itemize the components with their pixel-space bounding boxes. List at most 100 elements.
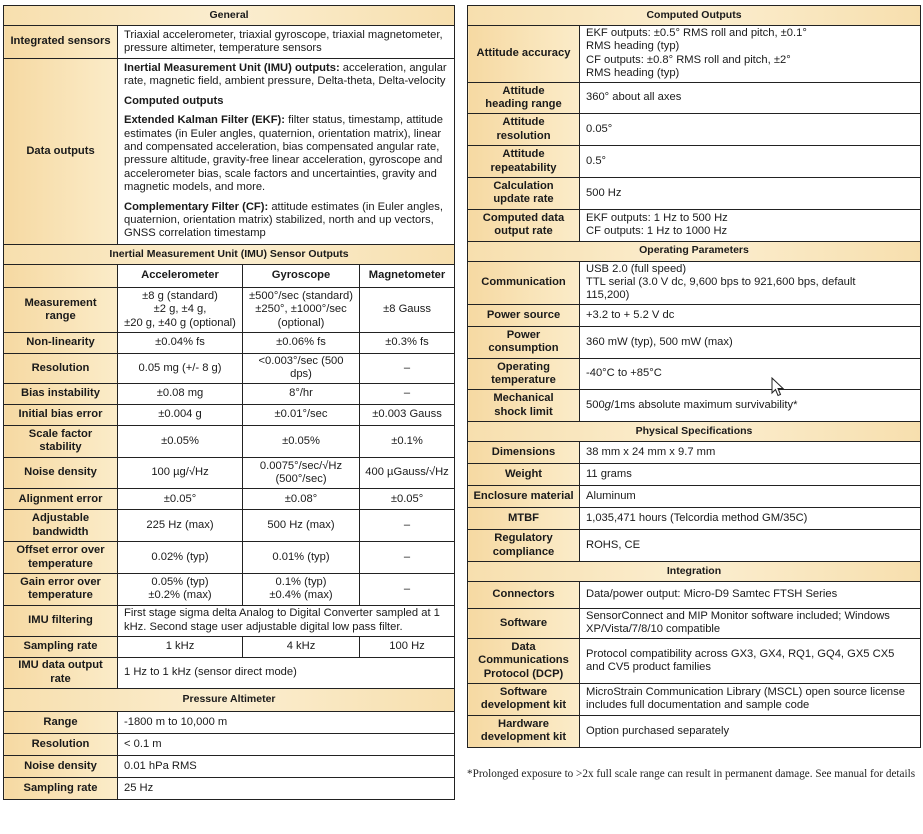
mouse-pointer-icon bbox=[771, 377, 785, 397]
row-mechanical-shock-limit: Mechanical shock limit 500g/1ms absolute … bbox=[467, 389, 922, 423]
row-data-outputs: Data outputs Inertial Measurement Unit (… bbox=[3, 58, 456, 245]
cf-paragraph: Complementary Filter (CF): attitude esti… bbox=[124, 201, 450, 241]
row-sampling-rate: Sampling rate 25 Hz bbox=[3, 776, 456, 800]
row-non-linearity: Non-linearity ±0.04% fs ±0.06% fs ±0.3% fs bbox=[3, 332, 456, 355]
cell-accelerometer: 0.05 mg (+/- 8 g) bbox=[117, 353, 243, 384]
row-label: IMU data output rate bbox=[3, 656, 118, 689]
row-value: SensorConnect and MIP Monitor software i… bbox=[578, 608, 922, 639]
row-label: Attitude resolution bbox=[467, 113, 580, 147]
ekf-paragraph: Extended Kalman Filter (EKF): filter sta… bbox=[124, 114, 450, 194]
row-label: Sampling rate bbox=[3, 776, 118, 800]
row-imu-filtering: IMU filtering First stage sigma delta An… bbox=[3, 604, 456, 637]
row-attitude-heading-range: Attitude heading range 360° about all axe… bbox=[467, 81, 922, 115]
row-adjustable-bandwidth: Adjustable bandwidth 225 Hz (max) 500 Hz (… bbox=[3, 509, 456, 543]
section-header-imu: Inertial Measurement Unit (IMU) Sensor O… bbox=[2, 243, 456, 265]
row-value: EKF outputs: 1 Hz to 500 Hz CF outputs: … bbox=[578, 208, 922, 242]
row-label: Computed data output rate bbox=[467, 208, 580, 242]
row-label: Noise density bbox=[3, 754, 118, 778]
row-range: Range -1800 m to 10,000 m bbox=[3, 710, 456, 734]
cell-magnetometer: – bbox=[358, 509, 456, 543]
row-noise-density: Noise density 100 µg/√Hz 0.0075°/sec/√Hz (… bbox=[3, 456, 456, 490]
row-label: Power consumption bbox=[467, 325, 580, 359]
section-header-physical: Physical Specifications bbox=[466, 421, 922, 443]
row-value: 360 mW (typ), 500 mW (max) bbox=[578, 325, 922, 359]
row-label: Scale factor stability bbox=[3, 424, 118, 458]
row-value: 500 Hz bbox=[578, 177, 922, 210]
cell-magnetometer: ±0.3% fs bbox=[358, 332, 456, 355]
cell-magnetometer: ±0.003 Gauss bbox=[358, 403, 456, 426]
row-label: Noise density bbox=[3, 456, 118, 490]
row-value: Triaxial accelerometer, triaxial gyrosco… bbox=[116, 25, 456, 59]
cell-gyroscope: ±0.08° bbox=[242, 488, 360, 511]
row-label: Offset error over temperature bbox=[3, 541, 118, 575]
empty-header-cell bbox=[3, 263, 118, 288]
cell-accelerometer: ±8 g (standard) ±2 g, ±4 g, ±20 g, ±40 g… bbox=[117, 286, 243, 334]
footnote: *Prolonged exposure to >2x full scale ra… bbox=[467, 768, 916, 780]
row-label: Hardware development kit bbox=[467, 714, 580, 748]
cell-gyroscope: ±0.01°/sec bbox=[242, 403, 360, 426]
row-label: Initial bias error bbox=[3, 403, 118, 426]
row-attitude-resolution: Attitude resolution 0.05° bbox=[467, 113, 922, 147]
cell-magnetometer: – bbox=[358, 382, 456, 405]
row-value: 11 grams bbox=[578, 463, 922, 487]
row-label: IMU filtering bbox=[3, 604, 118, 637]
row-value: 1 Hz to 1 kHz (sensor direct mode) bbox=[116, 656, 456, 689]
row-offset-error-over-temperature: Offset error over temperature 0.02% (typ)… bbox=[3, 541, 456, 575]
row-value: USB 2.0 (full speed) TTL serial (3.0 V d… bbox=[578, 260, 922, 305]
row-label: Gain error over temperature bbox=[3, 573, 118, 606]
cell-magnetometer: 400 µGauss/√Hz bbox=[358, 456, 456, 490]
row-initial-bias-error: Initial bias error ±0.004 g ±0.01°/sec ±0.0… bbox=[3, 403, 456, 426]
row-label: Power source bbox=[467, 303, 580, 327]
row-bias-instability: Bias instability ±0.08 mg 8°/hr – bbox=[3, 382, 456, 405]
row-power-source: Power source +3.2 to + 5.2 V dc bbox=[467, 303, 922, 327]
cell-gyroscope: ±0.05% bbox=[242, 424, 360, 458]
row-weight: Weight 11 grams bbox=[467, 463, 922, 487]
row-value: First stage sigma delta Analog to Digita… bbox=[116, 604, 456, 637]
row-value: EKF outputs: ±0.5° RMS roll and pitch, ±… bbox=[578, 25, 922, 83]
row-regulatory-compliance: Regulatory compliance ROHS, CE bbox=[467, 529, 922, 563]
cell-gyroscope: 8°/hr bbox=[242, 382, 360, 405]
row-label: Resolution bbox=[3, 732, 118, 756]
col-header-gyroscope: Gyroscope bbox=[242, 263, 360, 288]
row-value: +3.2 to + 5.2 V dc bbox=[578, 303, 922, 327]
col-header-accelerometer: Accelerometer bbox=[117, 263, 243, 288]
row-communication: Communication USB 2.0 (full speed) TTL se… bbox=[467, 260, 922, 305]
cell-gyroscope: ±500°/sec (standard) ±250°, ±1000°/sec (… bbox=[242, 286, 360, 334]
row-label: Calculation update rate bbox=[467, 177, 580, 210]
row-sampling-rate: Sampling rate 1 kHz 4 kHz 100 Hz bbox=[3, 635, 456, 658]
cell-accelerometer: 100 µg/√Hz bbox=[117, 456, 243, 490]
row-label: Resolution bbox=[3, 353, 118, 384]
row-label: Non-linearity bbox=[3, 332, 118, 355]
row-label: Weight bbox=[467, 463, 580, 487]
row-software-development-kit: Software development kit MicroStrain Comm… bbox=[467, 683, 922, 716]
ekf-heading: Extended Kalman Filter (EKF): bbox=[124, 114, 285, 127]
cell-magnetometer: ±0.05° bbox=[358, 488, 456, 511]
section-header-operating: Operating Parameters bbox=[466, 240, 922, 262]
cell-gyroscope: 0.1% (typ) ±0.4% (max) bbox=[242, 573, 360, 606]
cell-gyroscope: <0.003°/sec (500 dps) bbox=[242, 353, 360, 384]
cell-accelerometer: ±0.04% fs bbox=[117, 332, 243, 355]
section-header-computed: Computed Outputs bbox=[466, 5, 922, 26]
row-imu-output-rate: IMU data output rate 1 Hz to 1 kHz (sens… bbox=[3, 656, 456, 689]
cell-accelerometer: ±0.05% bbox=[117, 424, 243, 458]
row-operating-temperature: Operating temperature -40°C to +85°C bbox=[467, 357, 922, 391]
row-value: 0.05° bbox=[578, 113, 922, 147]
row-value: 360° about all axes bbox=[578, 81, 922, 115]
cell-magnetometer: ±0.1% bbox=[358, 424, 456, 458]
cell-magnetometer: – bbox=[358, 541, 456, 575]
row-value: 0.01 hPa RMS bbox=[116, 754, 456, 778]
imu-column-headers: Accelerometer Gyroscope Magnetometer bbox=[3, 263, 456, 288]
row-noise-density: Noise density 0.01 hPa RMS bbox=[3, 754, 456, 778]
row-value: 500g/1ms absolute maximum survivability* bbox=[578, 389, 922, 423]
cell-magnetometer: – bbox=[358, 573, 456, 606]
computed-outputs-heading: Computed outputs bbox=[124, 94, 224, 107]
row-attitude-repeatability: Attitude repeatability 0.5° bbox=[467, 145, 922, 179]
row-integrated-sensors: Integrated sensors Triaxial acceleromete… bbox=[3, 25, 456, 59]
cell-gyroscope: 0.01% (typ) bbox=[242, 541, 360, 575]
row-attitude-accuracy: Attitude accuracy EKF outputs: ±0.5° RMS … bbox=[467, 25, 922, 83]
cell-magnetometer: ±8 Gauss bbox=[358, 286, 456, 334]
row-calculation-update-rate: Calculation update rate 500 Hz bbox=[467, 177, 922, 210]
cell-accelerometer: ±0.004 g bbox=[117, 403, 243, 426]
cell-accelerometer: 0.02% (typ) bbox=[117, 541, 243, 575]
row-value: 25 Hz bbox=[116, 776, 456, 800]
